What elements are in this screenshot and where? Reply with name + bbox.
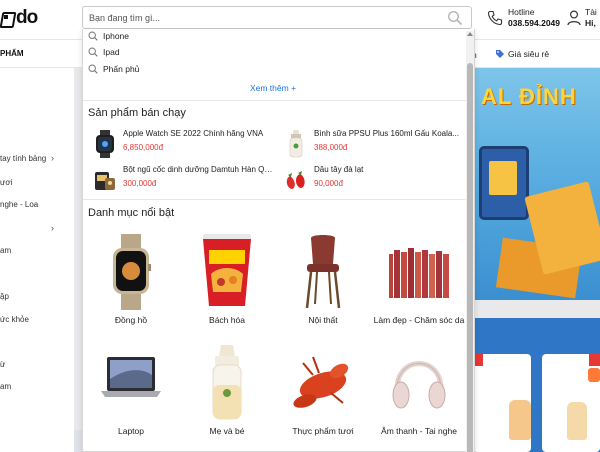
product-image [509,400,531,440]
tag-icon [496,50,504,58]
product-name: Bình sữa PPSU Plus 160ml Gấu Koala... [314,129,459,138]
logo-mark-icon [0,10,14,26]
product-thumbnail [286,171,305,189]
category-item[interactable]: Laptop [83,345,179,451]
category-label: Thực phẩm tươi [292,426,354,436]
divider [83,100,466,101]
banner-headline: AL ĐỈNH [481,84,577,109]
category-label: Âm thanh - Tai nghe [381,426,457,436]
lobster-image [293,356,349,408]
sidebar-item[interactable]: am [0,246,11,255]
nav-deal-link[interactable]: Giá siêu rẻ [495,49,549,59]
search-dropdown: Iphone Ipad Phấn phủ Xem thêm + Sản phẩm… [82,29,475,452]
search-icon[interactable] [447,10,463,26]
category-label: Nội thất [308,315,338,325]
baby-bottle-image [212,345,242,420]
hotline-label: Hotline [508,7,535,17]
account-label: Tài [585,7,597,17]
search-icon [88,47,98,57]
product-name: Dâu tây đà lạt [314,165,364,174]
noodle-cup-image [203,234,251,306]
search-suggestion[interactable]: Ipad [88,45,120,59]
search-suggestion[interactable]: Iphone [88,29,129,43]
lipstick-image [389,248,449,298]
divider [83,199,466,200]
sidebar-item[interactable]: ươi [0,178,12,187]
discount-badge [589,354,600,366]
suggestion-label: Ipad [103,47,120,57]
category-item[interactable]: Mẹ và bé [179,345,275,451]
product-price: 6,850,000đ [123,143,164,152]
banner-tablet-image [479,146,529,220]
suggestion-label: Phấn phủ [103,64,140,74]
search-input[interactable] [83,7,433,28]
product-item[interactable]: Bột ngũ cốc dinh dưỡng Damtuh Hàn Quố...… [89,164,279,196]
sidebar-item[interactable]: ừ [0,360,5,369]
category-label: Đồng hồ [114,315,148,325]
category-label: Bách hóa [209,315,245,325]
brand-logo [588,368,600,382]
chevron-right-icon: › [51,223,54,233]
see-more-link[interactable]: Xem thêm + [83,83,463,93]
search-box[interactable] [82,6,472,29]
site-logo[interactable]: do [0,6,38,30]
sidebar-item[interactable]: ập [0,292,9,301]
dropdown-scrollbar[interactable] [466,31,474,452]
product-item[interactable]: Bình sữa PPSU Plus 160ml Gấu Koala... 38… [280,128,470,160]
promo-section [473,318,600,452]
sidebar-item[interactable]: tay tính bảng [0,154,46,163]
product-thumbnail [289,130,303,158]
product-price: 90,000đ [314,179,343,188]
category-item[interactable]: Đồng hồ [83,234,179,344]
chevron-right-icon: › [51,153,54,163]
category-item[interactable]: Nội thất [275,234,371,344]
user-icon [567,10,581,26]
category-item[interactable]: Âm thanh - Tai nghe [371,345,467,451]
product-name: Apple Watch SE 2022 Chính hãng VNA [123,129,264,138]
sidebar-item[interactable]: am [0,382,11,391]
search-icon [88,64,98,74]
category-label: Mẹ và bé [209,426,245,436]
product-price: 388,000đ [314,143,348,152]
account-menu[interactable]: Tài Hi, [567,7,597,29]
sidebar-item[interactable]: nghe - Loa [0,200,38,209]
search-suggestion[interactable]: Phấn phủ [88,62,139,76]
chair-image [305,235,341,309]
hotline[interactable]: Hotline 038.594.2049 [487,7,560,29]
scrollbar-thumb[interactable] [467,63,473,452]
search-icon [88,31,98,41]
hero-banner[interactable]: AL ĐỈNH [473,68,600,300]
product-name: Bột ngũ cốc dinh dưỡng Damtuh Hàn Quố... [123,165,273,174]
scroll-up-icon[interactable] [467,32,473,36]
category-item[interactable]: Làm đẹp - Chăm sóc da [371,234,467,344]
category-item[interactable]: Bách hóa [179,234,275,344]
category-label: Laptop [118,426,144,436]
sidebar-item[interactable]: ức khỏe [0,315,29,324]
hotline-number: 038.594.2049 [508,18,560,28]
headphones-image [392,361,446,409]
nav-deal-label: Giá siêu rẻ [508,49,550,59]
product-thumbnail [95,172,115,190]
category-sidebar: tay tính bảng › ươi nghe - Loa am › ập ứ… [0,68,74,452]
product-thumbnail [96,130,114,158]
logo-text: do [16,7,38,28]
product-image [567,402,587,440]
laptop-image [101,357,161,397]
suggestion-label: Iphone [103,31,129,41]
bestseller-title: Sản phẩm bán chạy [88,107,186,119]
category-item[interactable]: Thực phẩm tươi [275,345,371,451]
account-greeting: Hi, [585,18,596,28]
phone-icon [487,10,503,26]
product-item[interactable]: Apple Watch SE 2022 Chính hãng VNA 6,850… [89,128,279,160]
category-label: Làm đẹp - Chăm sóc da [373,315,465,325]
product-item[interactable]: Dâu tây đà lạt 90,000đ [280,164,470,196]
watch-image [113,234,151,310]
product-price: 300,000đ [123,179,157,188]
nav-categories-label[interactable]: PHẨM [0,49,24,58]
featured-categories-title: Danh mục nổi bật [88,207,175,219]
